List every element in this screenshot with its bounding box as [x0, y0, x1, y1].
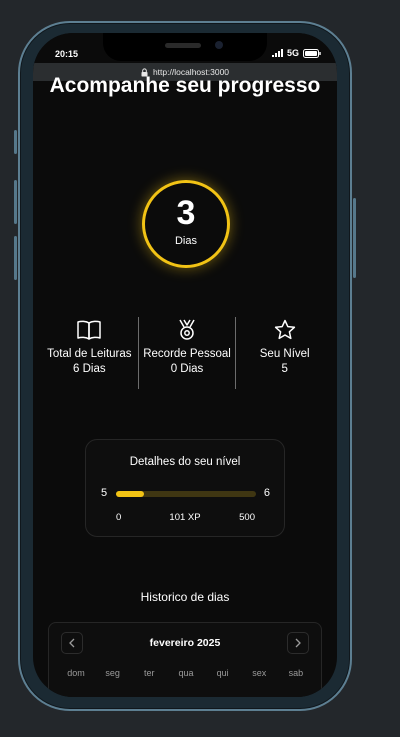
- streak-counter: 3 Dias: [142, 180, 230, 268]
- stat-label: Total de Leituras: [47, 348, 132, 360]
- camera: [215, 41, 223, 49]
- phone-screen: 20:15 5G http://localhost:3000 Acompanhe…: [33, 33, 337, 697]
- stat-label: Recorde Pessoal: [143, 348, 231, 360]
- weekday-label: sab: [288, 668, 304, 678]
- book-icon: [77, 320, 102, 340]
- notch: [103, 33, 267, 61]
- weekday-label: seg: [105, 668, 120, 678]
- status-indicators: 5G: [271, 48, 321, 58]
- xp-progress-fill: [116, 491, 144, 497]
- day-history-calendar: fevereiro 2025 dom seg ter qua qui sex s…: [48, 622, 322, 697]
- weekday-label: ter: [144, 668, 155, 678]
- stat-value: 5: [281, 363, 288, 375]
- page-content: Acompanhe seu progresso 3 Dias Total de …: [33, 74, 337, 697]
- calendar-month: fevereiro 2025: [149, 637, 221, 649]
- medal-icon: [179, 319, 195, 340]
- history-title: Historico de dias: [140, 590, 230, 604]
- stats-row: Total de Leituras 6 Dias Recorde Pessoal…: [41, 317, 333, 391]
- level-card-title: Detalhes do seu nível: [129, 456, 241, 468]
- stat-personal-record: Recorde Pessoal 0 Dias: [139, 317, 236, 391]
- speaker: [165, 43, 201, 48]
- xp-progress-bar: [116, 491, 256, 497]
- signal-icon: [271, 49, 283, 57]
- volume-down-button: [14, 236, 17, 280]
- page-title: Acompanhe seu progresso: [49, 74, 321, 97]
- current-level: 5: [101, 487, 108, 499]
- next-month-button[interactable]: [287, 632, 309, 654]
- chevron-right-icon: [295, 638, 301, 648]
- mute-switch: [14, 130, 17, 154]
- weekday-label: qua: [178, 668, 194, 678]
- next-level: 6: [263, 487, 270, 499]
- weekday-label: sex: [252, 668, 267, 678]
- stat-label: Seu Nível: [259, 348, 310, 360]
- weekday-label: dom: [67, 668, 85, 678]
- weekday-label: qui: [216, 668, 229, 678]
- power-button: [353, 198, 356, 278]
- status-time: 20:15: [55, 49, 79, 59]
- stat-value: 6 Dias: [73, 363, 106, 375]
- level-details-card: Detalhes do seu nível 5 6 0 101 XP 500: [85, 439, 285, 537]
- streak-unit: Dias: [174, 235, 197, 247]
- stat-total-readings: Total de Leituras 6 Dias: [41, 317, 138, 391]
- star-icon: [274, 319, 295, 340]
- streak-value: 3: [176, 194, 196, 232]
- stat-value: 0 Dias: [170, 363, 204, 375]
- xp-max: 500: [239, 512, 255, 523]
- weekday-header: dom seg ter qua qui sex sab: [61, 668, 311, 678]
- network-type: 5G: [286, 48, 299, 58]
- stat-your-level: Seu Nível 5: [236, 317, 333, 391]
- battery-icon: [303, 48, 321, 58]
- volume-up-button: [14, 180, 17, 224]
